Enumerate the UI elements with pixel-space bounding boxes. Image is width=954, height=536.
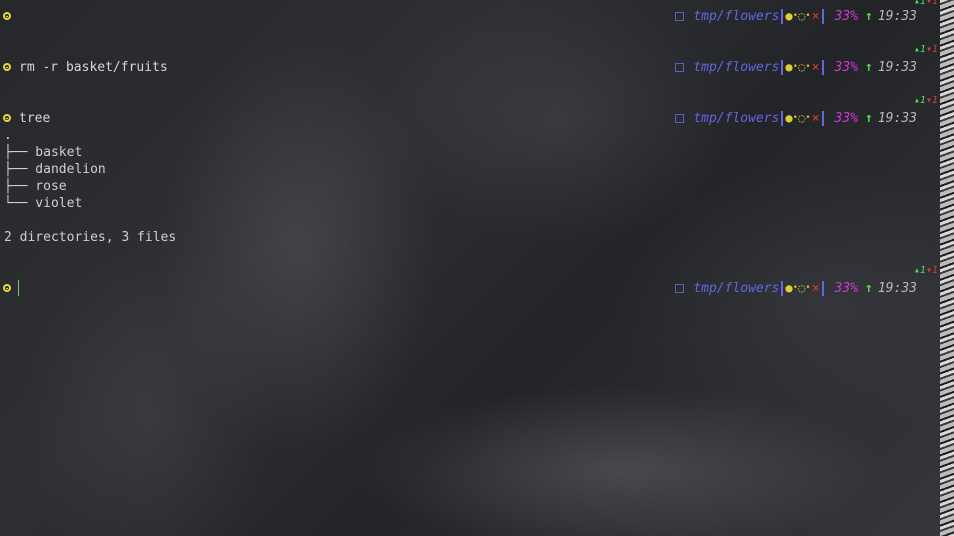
git-dot-icon: •	[805, 113, 811, 123]
tree-entry: ├── rose	[4, 179, 67, 194]
upload-arrow-icon: ↑	[865, 9, 873, 24]
separator	[781, 9, 784, 24]
git-staged-icon: ●	[785, 9, 793, 23]
separator	[821, 60, 824, 75]
prompt-icon	[3, 63, 11, 71]
desktop-wallpaper	[0, 0, 940, 536]
prompt-line: tree tmp/flowers ● • ◌ • × 33% ↑ 19:33	[0, 110, 940, 127]
prompt-icon	[3, 114, 11, 122]
tree-root: .	[4, 128, 12, 143]
directory-icon	[675, 12, 685, 21]
upload-arrow-icon: ↑	[865, 111, 873, 126]
right-prompt: tmp/flowers ● • ◌ • × 33% ↑ 19:33	[675, 59, 917, 76]
current-path: tmp/flowers	[693, 281, 780, 296]
clock: 19:33	[877, 111, 917, 126]
tree-entry: ├── basket	[4, 145, 83, 160]
right-prompt: tmp/flowers ● • ◌ • × 33% ↑ 19:33	[675, 280, 917, 297]
prompt-line: rm -r basket/fruits tmp/flowers ● • ◌ • …	[0, 59, 940, 76]
current-path: tmp/flowers	[693, 9, 780, 24]
git-untracked-icon: ◌	[798, 9, 806, 23]
directory-icon	[675, 284, 685, 293]
git-untracked-icon: ◌	[798, 281, 806, 295]
text-cursor[interactable]	[18, 280, 19, 296]
git-conflict-icon: ×	[811, 9, 820, 24]
git-untracked-icon: ◌	[798, 111, 806, 125]
separator	[821, 281, 824, 296]
separator	[781, 111, 784, 126]
active-prompt-line[interactable]: tmp/flowers ● • ◌ • × 33% ↑ 19:33	[0, 280, 940, 297]
separator	[781, 60, 784, 75]
git-staged-icon: ●	[785, 60, 793, 74]
battery-percent: 33%	[834, 281, 859, 296]
tree-summary: 2 directories, 3 files	[4, 230, 177, 245]
upload-arrow-icon: ↑	[865, 281, 873, 296]
right-prompt: tmp/flowers ● • ◌ • × 33% ↑ 19:33	[675, 8, 917, 25]
separator	[781, 281, 784, 296]
tree-entry: ├── dandelion	[4, 162, 106, 177]
command-text: rm -r basket/fruits	[19, 60, 168, 75]
git-ahead-behind: ▴1▾1	[913, 265, 938, 276]
prompt-line: tmp/flowers ● • ◌ • × 33% ↑ 19:33	[0, 8, 940, 25]
battery-percent: 33%	[834, 60, 859, 75]
git-staged-icon: ●	[785, 111, 793, 125]
directory-icon	[675, 114, 685, 123]
git-conflict-icon: ×	[811, 60, 820, 75]
git-conflict-icon: ×	[811, 281, 820, 296]
git-ahead-behind: ▴1▾1	[913, 44, 938, 55]
right-prompt: tmp/flowers ● • ◌ • × 33% ↑ 19:33	[675, 110, 917, 127]
clock: 19:33	[877, 9, 917, 24]
clock: 19:33	[877, 60, 917, 75]
directory-icon	[675, 63, 685, 72]
git-staged-icon: ●	[785, 281, 793, 295]
separator	[821, 111, 824, 126]
upload-arrow-icon: ↑	[865, 60, 873, 75]
prompt-icon	[3, 284, 11, 292]
git-dot-icon: •	[805, 11, 811, 21]
tree-entry: └── violet	[4, 196, 83, 211]
git-conflict-icon: ×	[811, 111, 820, 126]
git-dot-icon: •	[805, 62, 811, 72]
command-text: tree	[19, 111, 51, 126]
git-ahead-behind: ▴1▾1	[913, 0, 938, 7]
git-untracked-icon: ◌	[798, 60, 806, 74]
prompt-icon	[3, 12, 11, 20]
separator	[821, 9, 824, 24]
current-path: tmp/flowers	[693, 111, 780, 126]
git-dot-icon: •	[805, 283, 811, 293]
battery-percent: 33%	[834, 9, 859, 24]
background-window-edge	[940, 0, 954, 536]
git-ahead-behind: ▴1▾1	[913, 95, 938, 106]
current-path: tmp/flowers	[693, 60, 780, 75]
battery-percent: 33%	[834, 111, 859, 126]
clock: 19:33	[877, 281, 917, 296]
